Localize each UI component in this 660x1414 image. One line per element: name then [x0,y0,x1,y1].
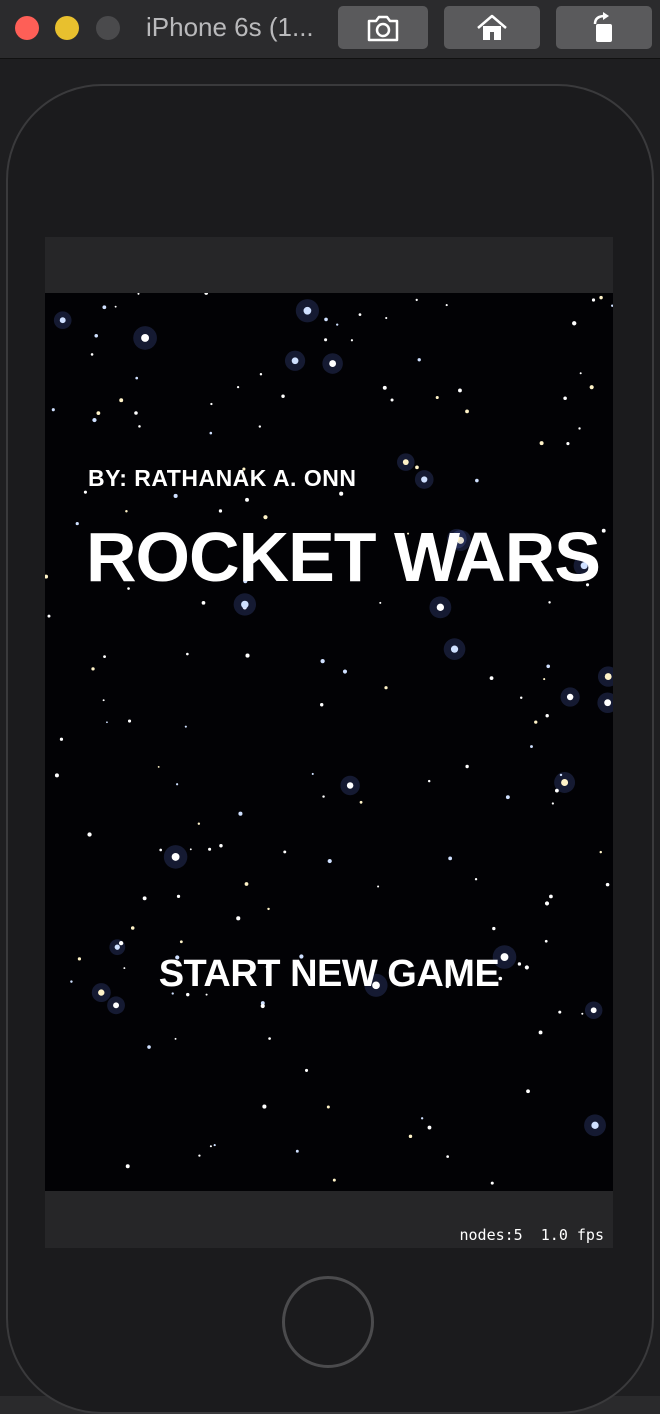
camera-icon [367,15,399,41]
rotate-button[interactable] [556,6,652,49]
debug-bar: nodes:5 1.0 fps [45,1191,613,1248]
simulator-titlebar: iPhone 6s (1... [0,0,660,59]
start-new-game-button[interactable]: START NEW GAME [45,953,613,996]
author-byline: BY: RATHANAK A. ONN [88,465,357,491]
game-scene[interactable]: BY: RATHANAK A. ONN ROCKET WARS START NE… [45,293,613,1191]
node-fps-counter: nodes:5 1.0 fps [459,1226,605,1244]
window-title: iPhone 6s (1... [146,12,314,42]
starfield-background [45,293,613,1185]
home-icon [477,14,507,40]
device-home-button[interactable] [282,1276,374,1368]
rotate-icon [593,11,612,42]
home-button[interactable] [444,6,540,49]
zoom-window-button[interactable] [96,16,120,40]
close-window-button[interactable] [15,16,39,40]
minimize-window-button[interactable] [55,16,79,40]
game-title: ROCKET WARS [86,518,601,596]
screenshot-button[interactable] [338,6,428,49]
status-bar-area [45,237,613,293]
device-screen: BY: RATHANAK A. ONN ROCKET WARS START NE… [45,237,613,1248]
